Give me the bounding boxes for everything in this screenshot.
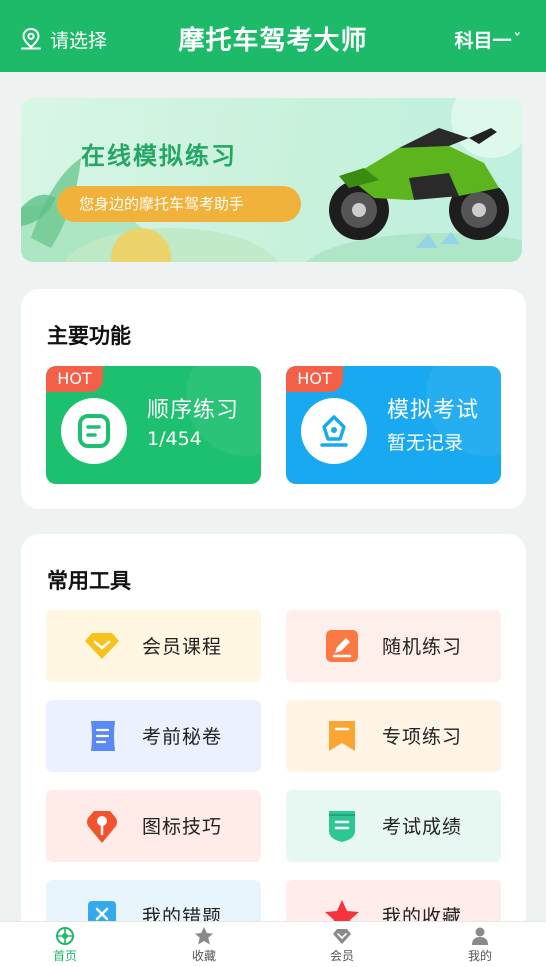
- mock-exam-button[interactable]: HOT 模拟考试 暂无记录: [286, 366, 501, 484]
- hot-badge: HOT: [46, 366, 103, 392]
- tab-mine[interactable]: 我的: [440, 926, 520, 964]
- tool-pre-exam-papers[interactable]: 考前秘卷: [46, 700, 261, 772]
- tool-special-practice[interactable]: 专项练习: [286, 700, 501, 772]
- banner-title: 在线模拟练习: [81, 142, 237, 170]
- note-icon: [61, 398, 127, 464]
- tool-label: 随机练习: [382, 636, 463, 658]
- tab-label: 首页: [52, 949, 77, 963]
- star-icon: [195, 927, 213, 945]
- tab-home[interactable]: 首页: [25, 926, 105, 964]
- top-bar: 请选择 摩托车驾考大师 科目一 ˅: [0, 0, 546, 72]
- tool-label: 考前秘卷: [142, 726, 223, 748]
- feature-title: 顺序练习: [147, 398, 240, 423]
- tools-heading: 常用工具: [47, 569, 131, 593]
- feature-progress: 1/454: [147, 428, 202, 450]
- person-icon: [472, 927, 488, 945]
- feature-title: 模拟考试: [387, 398, 480, 423]
- hot-badge: HOT: [286, 366, 343, 392]
- main-features-card: 主要功能 HOT 顺序练习 1/454 HOT 模拟考试 暂无记录: [21, 289, 526, 509]
- tool-label: 会员课程: [142, 636, 223, 658]
- vip-diamond-icon: [333, 929, 351, 944]
- home-wheel-icon: [56, 927, 74, 945]
- tool-sign-tips[interactable]: 图标技巧: [46, 790, 261, 862]
- subject-selector[interactable]: 科目一 ˅: [454, 26, 520, 53]
- main-features-heading: 主要功能: [47, 324, 131, 348]
- tab-vip[interactable]: 会员: [302, 926, 382, 964]
- pen-nib-icon: [301, 398, 367, 464]
- location-pin-icon: [84, 809, 120, 843]
- banner-tagline: 您身边的摩托车驾考助手: [57, 186, 301, 222]
- tool-member-course[interactable]: 会员课程: [46, 610, 261, 682]
- tab-label: 我的: [467, 949, 492, 963]
- diamond-icon: [84, 629, 120, 663]
- tool-label: 专项练习: [382, 726, 463, 748]
- edit-icon: [324, 629, 360, 663]
- sequential-practice-button[interactable]: HOT 顺序练习 1/454: [46, 366, 261, 484]
- tool-label: 考试成绩: [382, 816, 463, 838]
- tool-exam-scores[interactable]: 考试成绩: [286, 790, 501, 862]
- tab-label: 收藏: [191, 949, 216, 963]
- scroll-icon: [84, 719, 120, 753]
- tab-label: 会员: [329, 949, 354, 963]
- motorcycle-image: [329, 128, 509, 240]
- feature-status: 暂无记录: [387, 432, 464, 454]
- tools-card: 常用工具 会员课程 随机练习 考前秘卷 专项练习 图标技巧 考试成绩 我的错题 …: [21, 534, 526, 952]
- chevron-down-icon: ˅: [512, 32, 521, 47]
- bottom-tab-bar: 首页 收藏 会员 我的: [0, 921, 546, 967]
- tab-favorites[interactable]: 收藏: [164, 926, 244, 964]
- shield-list-icon: [324, 809, 360, 843]
- bookmark-icon: [324, 719, 360, 753]
- subject-label: 科目一: [454, 30, 512, 52]
- tool-random-practice[interactable]: 随机练习: [286, 610, 501, 682]
- promo-banner[interactable]: 在线模拟练习 您身边的摩托车驾考助手: [21, 98, 522, 262]
- tool-label: 图标技巧: [142, 816, 223, 838]
